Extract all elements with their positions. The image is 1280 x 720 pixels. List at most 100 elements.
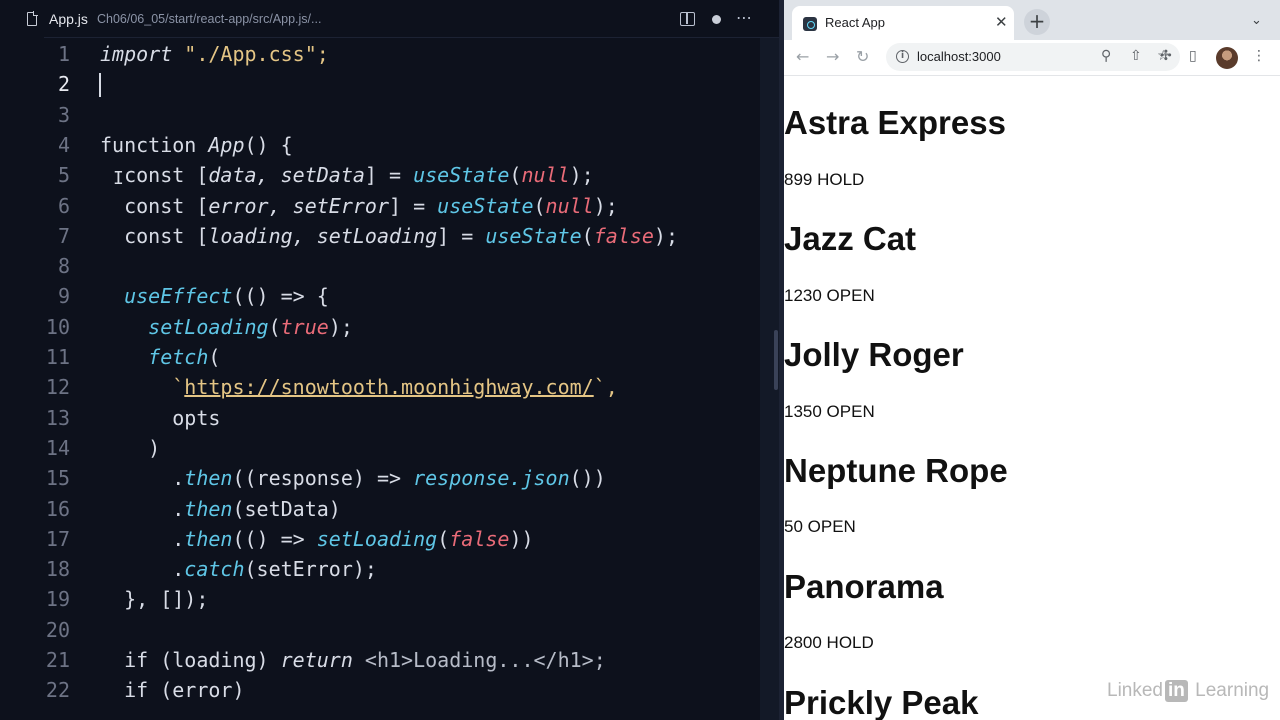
- code-text[interactable]: const [loading, setLoading] = useState(f…: [100, 221, 678, 251]
- code-text[interactable]: .catch(setError);: [100, 554, 377, 584]
- code-text[interactable]: const [data, setData] = useState(null);: [100, 160, 594, 190]
- code-text[interactable]: .then(setData): [100, 494, 341, 524]
- code-text[interactable]: ): [100, 433, 160, 463]
- code-token: (loading): [160, 648, 281, 672]
- code-line[interactable]: 3: [0, 100, 779, 130]
- code-line[interactable]: 1 import "./App.css";: [0, 39, 779, 69]
- site-info-icon[interactable]: i: [896, 50, 909, 63]
- code-line[interactable]: 17 .then(() => setLoading(false)): [0, 524, 779, 554]
- code-text[interactable]: if (loading) return <h1>Loading...</h1>;: [100, 645, 606, 675]
- browser-tab[interactable]: React App ✕: [792, 6, 1014, 40]
- split-editor-icon[interactable]: [680, 12, 695, 26]
- code-text[interactable]: opts: [100, 403, 220, 433]
- code-token: [: [196, 193, 209, 218]
- address-bar[interactable]: i localhost:3000 ⚲ ⇧ ☆: [886, 43, 1180, 71]
- code-text[interactable]: fetch(: [100, 342, 220, 372]
- editor-tab-app-js[interactable]: App.js Ch06/06_05/start/react-app/src/Ap…: [0, 0, 321, 38]
- web-page: Astra Express 899 HOLD Jazz Cat 1230 OPEN Jo…: [784, 76, 1280, 720]
- code-token: }, []);: [100, 587, 209, 612]
- mouse-ibeam-icon: I: [113, 168, 124, 189]
- line-number: 20: [45, 617, 70, 642]
- code-line[interactable]: 15 .then((response) => response.json()): [0, 463, 779, 493]
- code-text[interactable]: useEffect(() => {: [100, 281, 329, 311]
- code-line[interactable]: 2: [0, 69, 779, 99]
- code-token: opts: [100, 405, 221, 430]
- code-text[interactable]: if (error): [100, 675, 245, 705]
- more-actions-icon[interactable]: ⋯: [736, 8, 753, 27]
- code-line[interactable]: 13 opts: [0, 403, 779, 433]
- code-token: ] =: [364, 163, 414, 188]
- sidepanel-icon[interactable]: ▯: [1189, 48, 1197, 64]
- code-token: false: [449, 526, 510, 551]
- code-line[interactable]: 4 function App() {: [0, 130, 779, 160]
- url-text[interactable]: localhost:3000: [917, 49, 1001, 64]
- lift-status-text: 50 OPEN: [784, 517, 856, 536]
- code-line[interactable]: 22 if (error): [0, 675, 779, 705]
- line-number: 8: [57, 254, 70, 279]
- text-cursor: [99, 73, 101, 98]
- code-line[interactable]: 18 .catch(setError);: [0, 554, 779, 584]
- code-line[interactable]: 9 useEffect(() => {: [0, 281, 779, 311]
- code-line[interactable]: 10 setLoading(true);: [0, 312, 779, 342]
- line-number: 9: [57, 284, 70, 309]
- code-token: useEffect: [124, 284, 233, 309]
- code-line[interactable]: 20: [0, 615, 779, 645]
- code-text[interactable]: .then((response) => response.json()): [100, 463, 606, 493]
- code-line[interactable]: 14 ): [0, 433, 779, 463]
- code-token: if: [100, 678, 161, 703]
- code-token: if: [100, 648, 161, 672]
- forward-arrow-icon[interactable]: →: [826, 47, 839, 66]
- code-line[interactable]: 6 const [error, setError] = useState(nul…: [0, 191, 779, 221]
- tab-filename: App.js: [49, 11, 88, 27]
- extensions-icon[interactable]: ✣: [1160, 48, 1172, 64]
- code-token: error, setError: [208, 193, 389, 218]
- tab-path: Ch06/06_05/start/react-app/src/App.js/..…: [97, 12, 322, 26]
- tab-search-chevron-icon[interactable]: ⌄: [1251, 13, 1262, 28]
- code-line[interactable]: 12 `https://snowtooth.moonhighway.com/`,: [0, 372, 779, 402]
- lift-status-text: 1230 OPEN: [784, 286, 875, 305]
- code-token: .: [100, 496, 185, 521]
- back-arrow-icon[interactable]: ←: [796, 47, 809, 66]
- line-number: 6: [57, 193, 70, 218]
- code-line[interactable]: 19 }, []);: [0, 584, 779, 614]
- line-number: 3: [57, 102, 70, 127]
- code-text[interactable]: }, []);: [100, 584, 208, 614]
- code-text[interactable]: .then(() => setLoading(false)): [100, 524, 534, 554]
- code-text[interactable]: const [error, setError] = useState(null)…: [100, 191, 618, 221]
- code-token: (: [509, 163, 522, 188]
- avatar[interactable]: [1216, 47, 1238, 69]
- code-line[interactable]: 8: [0, 251, 779, 281]
- code-token: (: [533, 193, 546, 218]
- menu-icon[interactable]: ⋮: [1252, 48, 1266, 64]
- unsaved-dot-icon[interactable]: [712, 15, 721, 24]
- code-text[interactable]: function App() {: [100, 130, 293, 160]
- new-tab-button[interactable]: +: [1024, 9, 1050, 35]
- code-token: (: [268, 314, 281, 339]
- lift-name-heading: Jolly Roger: [784, 336, 964, 373]
- code-editor[interactable]: App.js Ch06/06_05/start/react-app/src/Ap…: [0, 0, 779, 720]
- code-token: .: [100, 466, 185, 491]
- code-token: then: [184, 526, 233, 551]
- code-token: );: [328, 314, 353, 339]
- code-token: [: [196, 223, 209, 248]
- code-text[interactable]: import "./App.css";: [100, 39, 329, 69]
- reload-icon[interactable]: ↻: [856, 47, 869, 66]
- line-number: 4: [57, 132, 70, 157]
- zoom-icon[interactable]: ⚲: [1101, 48, 1111, 64]
- code-token: return: [280, 648, 353, 672]
- code-line[interactable]: 7 const [loading, setLoading] = useState…: [0, 221, 779, 251]
- code-line[interactable]: 21 if (loading) return <h1>Loading...</h…: [0, 645, 779, 675]
- code-token: (error): [160, 678, 245, 703]
- share-icon[interactable]: ⇧: [1130, 48, 1142, 64]
- code-line[interactable]: 16 .then(setData): [0, 494, 779, 524]
- editor-scroll-thumb[interactable]: [774, 330, 778, 390]
- code-line[interactable]: 11 fetch(: [0, 342, 779, 372]
- close-tab-icon[interactable]: ✕: [995, 13, 1008, 31]
- code-token: response.json: [413, 466, 570, 491]
- browser-tabstrip: React App ✕ + ⌄: [784, 0, 1280, 40]
- code-text[interactable]: setLoading(true);: [100, 312, 353, 342]
- code-token: )): [509, 526, 534, 551]
- code-token: setLoading: [148, 314, 269, 339]
- code-area[interactable]: 1 import "./App.css"; 2 3 4 function App() {5…: [0, 38, 779, 720]
- code-text[interactable]: `https://snowtooth.moonhighway.com/`,: [100, 372, 618, 402]
